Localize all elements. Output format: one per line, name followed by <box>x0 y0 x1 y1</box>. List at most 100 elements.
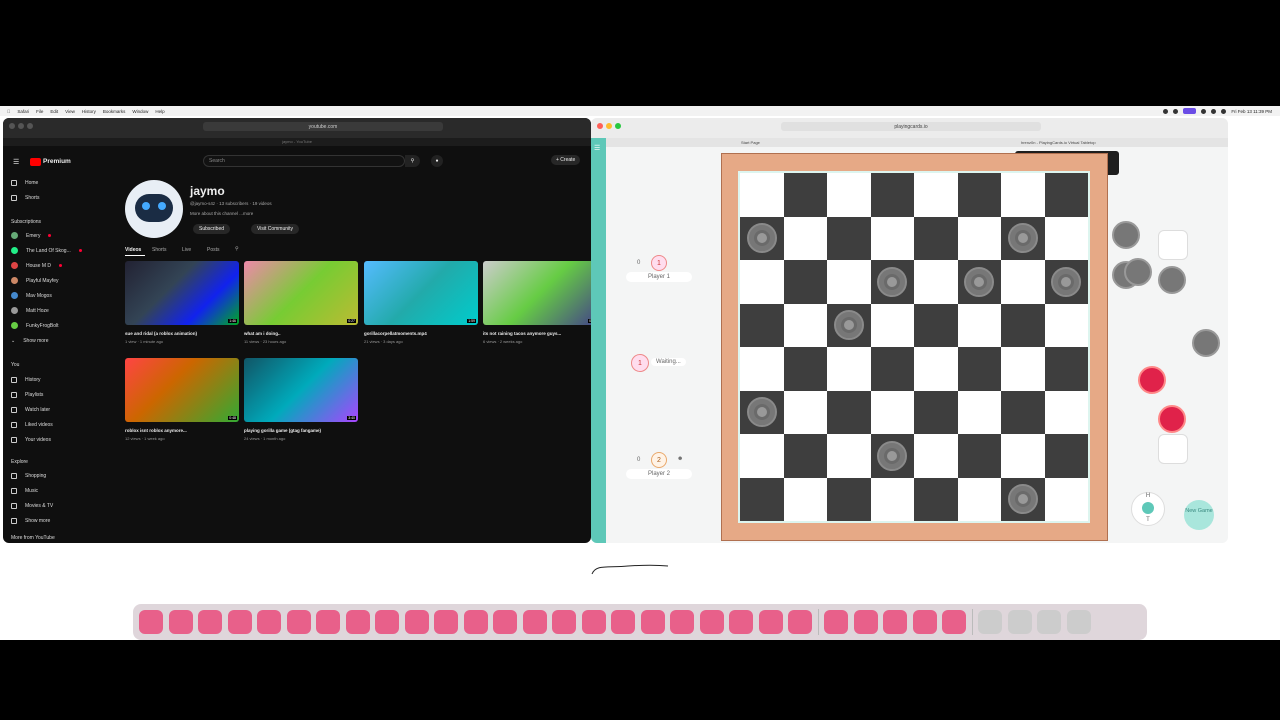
dock-app-icon[interactable] <box>257 610 281 634</box>
board-square[interactable] <box>914 303 958 347</box>
waiting-seat[interactable]: 1 <box>631 354 649 372</box>
video-thumbnail[interactable]: 1:46 <box>125 261 239 325</box>
board-square[interactable] <box>1001 477 1045 521</box>
channel-search-icon[interactable]: ⚲ <box>235 246 239 252</box>
sidebar-item-you[interactable]: Liked videos <box>11 422 53 428</box>
person-icon[interactable]: ☻ <box>677 456 683 462</box>
dock-app-icon[interactable] <box>1037 610 1061 634</box>
sidebar-item-subscription[interactable]: The Land Of Skog... <box>11 247 82 254</box>
dock-app-icon[interactable] <box>227 610 252 634</box>
video-thumbnail[interactable]: 1:59 <box>364 261 478 325</box>
menu-history[interactable]: History <box>82 109 96 114</box>
board-square[interactable] <box>740 173 784 217</box>
zoom-icon[interactable] <box>615 123 621 129</box>
board-square[interactable] <box>783 347 827 391</box>
piece-slot[interactable] <box>1158 434 1188 464</box>
board-square[interactable] <box>1044 390 1088 434</box>
address-bar[interactable]: youtube.com <box>203 122 443 131</box>
board-square[interactable] <box>1001 216 1045 260</box>
close-icon[interactable] <box>597 123 603 129</box>
dock-app-icon[interactable] <box>316 610 340 634</box>
create-button[interactable]: + Create <box>551 155 581 165</box>
captured-piece[interactable] <box>1124 258 1152 286</box>
dock-app-icon[interactable] <box>493 610 517 634</box>
board-square[interactable] <box>957 173 1001 217</box>
board-square[interactable] <box>827 303 871 347</box>
board-square[interactable] <box>1044 173 1088 217</box>
dock-app-icon[interactable] <box>758 610 783 634</box>
video-title[interactable]: sue and ridal (a roblox animation) <box>125 331 239 336</box>
minimize-icon[interactable] <box>18 123 24 129</box>
dock-app-icon[interactable] <box>522 610 547 634</box>
board-square[interactable] <box>914 390 958 434</box>
board-square[interactable] <box>740 477 784 521</box>
board-square[interactable] <box>1044 434 1088 478</box>
sidebar-item-shorts[interactable]: Shorts <box>11 195 39 201</box>
sidebar-item-subscription[interactable]: Emery <box>11 232 52 239</box>
board-square[interactable] <box>740 216 784 260</box>
board-square[interactable] <box>740 390 784 434</box>
board-square[interactable] <box>827 216 871 260</box>
board-square[interactable] <box>870 260 914 304</box>
board-square[interactable] <box>740 434 784 478</box>
board-square[interactable] <box>914 477 958 521</box>
sidebar-item-you[interactable]: Playlists <box>11 392 43 398</box>
board-square[interactable] <box>1001 434 1045 478</box>
menu-view[interactable]: View <box>65 109 75 114</box>
dock-app-icon[interactable] <box>883 610 907 634</box>
new-game-button[interactable]: New Game <box>1184 500 1214 530</box>
gray-checker-piece[interactable] <box>1007 484 1038 515</box>
board-square[interactable] <box>740 303 784 347</box>
menu-bookmarks[interactable]: Bookmarks <box>103 109 126 114</box>
board-square[interactable] <box>740 260 784 304</box>
board-square[interactable] <box>957 216 1001 260</box>
sidebar-item-you[interactable]: History <box>11 377 41 383</box>
board-square[interactable] <box>740 347 784 391</box>
close-icon[interactable] <box>9 123 15 129</box>
subscribed-button[interactable]: Subscribed <box>193 224 231 234</box>
dock-app-icon[interactable] <box>286 610 311 634</box>
dock-app-icon[interactable] <box>1066 610 1091 634</box>
board-square[interactable] <box>957 347 1001 391</box>
dock-app-icon[interactable] <box>375 610 399 634</box>
sidebar-item-subscription[interactable]: FunkyFrogBolt <box>11 322 59 329</box>
dock-app-icon[interactable] <box>1007 610 1032 634</box>
sidebar-item-home[interactable]: Home <box>11 180 38 186</box>
video-card[interactable]: 0:27 what am i doing.. 11 views · 23 hours… <box>244 261 358 344</box>
video-card[interactable]: 0:48 roblox isnt roblox anymore... 12 view… <box>125 358 239 441</box>
menu-edit[interactable]: Edit <box>50 109 58 114</box>
apple-icon[interactable]:  <box>7 109 10 114</box>
dock-app-icon[interactable] <box>640 610 665 634</box>
dock-app-icon[interactable] <box>581 610 606 634</box>
sidebar-item-explore[interactable]: Movies & TV <box>11 503 53 509</box>
menu-icon[interactable]: ☰ <box>13 158 19 166</box>
visit-community-button[interactable]: Visit Community <box>251 224 300 234</box>
board-square[interactable] <box>914 173 958 217</box>
gray-checker-piece[interactable] <box>877 266 908 297</box>
board-square[interactable] <box>1044 260 1088 304</box>
dock-app-icon[interactable] <box>611 610 635 634</box>
dock-app-icon[interactable] <box>463 610 488 634</box>
video-thumbnail[interactable]: 0:27 <box>244 261 358 325</box>
dock-app-icon[interactable] <box>699 610 724 634</box>
tab-start-page[interactable]: Start Page <box>741 140 760 145</box>
dock-app-icon[interactable] <box>198 610 222 634</box>
video-card[interactable]: 1:46 sue and ridal (a roblox animation) 1 … <box>125 261 239 344</box>
piece-slot[interactable] <box>1158 230 1188 260</box>
dock-app-icon[interactable] <box>912 610 937 634</box>
hide-hand-toggle[interactable]: H T <box>1131 492 1165 526</box>
board-square[interactable] <box>1001 260 1045 304</box>
board-square[interactable] <box>914 434 958 478</box>
menu-help[interactable]: Help <box>155 109 164 114</box>
board-square[interactable] <box>827 390 871 434</box>
board-square[interactable] <box>870 347 914 391</box>
board-square[interactable] <box>1001 173 1045 217</box>
search-input[interactable]: Search <box>203 155 405 167</box>
dock-app-icon[interactable] <box>552 610 576 634</box>
board-square[interactable] <box>870 477 914 521</box>
board-square[interactable] <box>957 260 1001 304</box>
subscriptions-header[interactable]: Subscriptions <box>11 219 41 225</box>
sidebar-item-you[interactable]: Watch later <box>11 407 50 413</box>
video-title[interactable]: what am i doing.. <box>244 331 358 336</box>
youtube-logo-icon[interactable] <box>30 158 41 166</box>
